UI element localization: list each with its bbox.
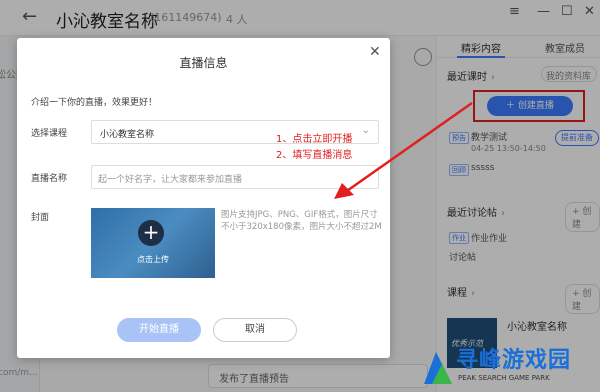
red-arrow-icon (334, 101, 473, 199)
upload-text: 点击上传 (137, 255, 169, 264)
cover-hint-line2: 不小于320x180像素，图片大小不超过2M (221, 222, 382, 232)
course-label: 选择课程 (31, 129, 68, 139)
watermark: 寻峰游戏园 PEAK SEARCH GAME PARK (420, 340, 600, 392)
close-icon[interactable]: ✕ (369, 44, 381, 60)
plus-icon: + (138, 220, 164, 246)
watermark-title: 寻峰游戏园 (456, 348, 572, 373)
name-label: 直播名称 (31, 174, 68, 184)
cancel-button[interactable]: 取消 (213, 318, 297, 342)
watermark-logo-icon (424, 352, 452, 384)
cover-label: 封面 (31, 213, 50, 223)
start-live-button[interactable]: 开始直播 (117, 318, 201, 342)
course-select-value: 小沁教室名称 (100, 130, 155, 140)
watermark-subtitle: PEAK SEARCH GAME PARK (458, 374, 550, 382)
cover-upload[interactable]: + 点击上传 (91, 208, 215, 278)
dialog-title: 直播信息 (179, 56, 228, 70)
dialog-intro: 介绍一下你的直播，效果更好！ (31, 98, 158, 108)
cover-hint-line1: 图片支持JPG、PNG、GIF格式，图片尺寸 (221, 210, 378, 220)
